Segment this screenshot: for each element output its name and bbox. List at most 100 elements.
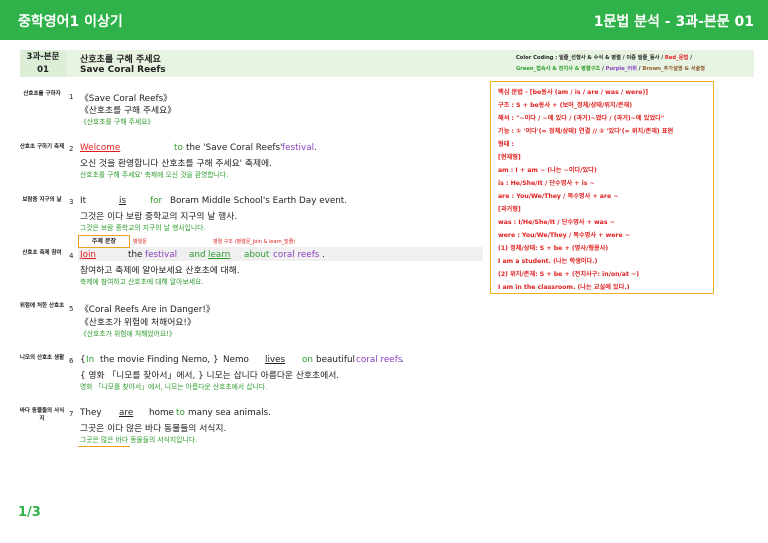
grammar-line-1: 구조 : S + be동사 + (보어_정체/상태/위치/존재) [498, 102, 633, 109]
grammar-line-2: 해석 : "~이다 / ~에 있다 / (과거)~였다 / (과거)~에 있었다… [498, 115, 665, 122]
lesson-title-ko: 산호초를 구해 주세요 [80, 55, 161, 65]
row-6-w6: on [302, 355, 313, 365]
page-number: 1/3 [18, 505, 41, 520]
lesson-label-1: 3과-본문 [26, 52, 60, 62]
row-2-num: 2 [69, 145, 74, 153]
lesson-title-en: Save Coral Reefs [80, 65, 166, 75]
grammar-line-13: I am a student. (나는 학생이다.) [498, 258, 598, 265]
row-3-w4: Boram Middle School's Earth Day event. [170, 196, 348, 206]
grammar-box: 핵심 문법 - [be동사 (am / is / are / was / wer… [490, 81, 714, 294]
row-3-num: 3 [69, 198, 74, 206]
parallel-note-1: 병렬문 [133, 239, 147, 245]
cc-black: Color Coding : 밑줄_선행사 & 수식 & 병렬 / 이중 밑줄_… [516, 55, 665, 61]
row-1-num: 1 [69, 93, 74, 101]
row-3-label: 보람중 지구의 날 [22, 197, 62, 203]
grammar-line-12: (1) 정체/상태: S + be + (명사/형용사) [498, 245, 609, 252]
row-4-w3: festival [145, 250, 178, 260]
row-5-sub: 《산호초가 위험에 처해었어요!》 [80, 330, 176, 338]
lesson-label-2: 01 [37, 65, 49, 75]
row-6-w2: In [86, 355, 95, 365]
row-2-en: Welcome to the 'Save Coral Reefs' festiv… [80, 143, 400, 155]
row-7-w3: home [149, 408, 174, 418]
row-7-ko: 그곳은 이다 많은 바다 동물들의 서식지. [80, 424, 227, 434]
row-6-w5: lives [265, 355, 286, 365]
row-6-w3: the movie Finding Nemo, } [100, 355, 219, 365]
row-4-num: 4 [69, 252, 74, 260]
row-4-w5: learn [208, 250, 231, 260]
row-5-ko: 《산호초가 위험에 처해어요!》 [80, 318, 196, 328]
cc-red: Red_문법 [664, 55, 689, 61]
row-6-w4: Nemo [223, 355, 249, 365]
section-title: 1문법 분석 - 3과-본문 01 [593, 14, 754, 30]
row-2-w3: the 'Save Coral Reefs' [186, 143, 283, 153]
row-3-w2: is [119, 196, 127, 206]
row-3-sub: 그것은 보람 중학교의 지구의 날 행사입니다. [80, 224, 206, 232]
color-coding-legend: Color Coding : 밑줄_선행사 & 수식 & 병렬 / 이중 밑줄_… [516, 53, 716, 75]
row-4-w4: and [189, 250, 206, 260]
lesson-title-bar: 3과-본문 01 산호초를 구해 주세요 Save Coral Reefs Co… [20, 50, 754, 77]
grammar-line-9: [과거형] [498, 206, 521, 213]
grammar-line-4: 형태 : [498, 141, 515, 148]
row-1-ko: 《산호초를 구해 주세요》 [80, 106, 177, 116]
cc-green: Green_접속사 & 전치사 & 병렬구조 [516, 66, 601, 72]
row-4-w1: Join [80, 250, 96, 260]
row-6-en: { In the movie Finding Nemo, } Nemo live… [80, 355, 420, 367]
grammar-line-5: [현재형] [498, 154, 521, 161]
grammar-line-0: 핵심 문법 - [be동사 (am / is / are / was / wer… [498, 89, 649, 96]
row-7-w2: are [119, 408, 134, 418]
row-4-w2: the [128, 250, 143, 260]
row-6-w8: coral reefs [356, 355, 403, 365]
row-2-sub: 산호초를 구해 주세요' 축제에 오신 것을 환영합니다. [80, 171, 229, 179]
row-4-w8: . [322, 250, 325, 260]
parallel-note-2: 병렬 구조 (병렬문_Join & learn_밑줄) [213, 239, 296, 245]
row-4-en: Join the festival and learn about coral … [80, 250, 380, 262]
row-1-sub: 《산호초를 구해 주세요》 [80, 118, 155, 126]
grammar-line-8: are : You/We/They / 복수명사 + are ~ [498, 193, 619, 200]
row-2-w5: . [314, 143, 317, 153]
row-2-label: 산호초 구하기 축제 [19, 144, 65, 150]
topic-sentence-box: 주제 문장 [78, 235, 130, 248]
row-6-w1: { [80, 355, 86, 365]
row-5-en: 《Coral Reefs Are in Danger!》 [80, 305, 215, 315]
grammar-line-14: (2) 위치/존재: S + be + (전치사구: in/on/at ~) [498, 271, 640, 278]
book-title: 중학영어1 이상기 [18, 14, 123, 30]
header-bar: 중학영어1 이상기 1문법 분석 - 3과-본문 01 [0, 0, 768, 40]
row-2-w1: Welcome [80, 143, 121, 153]
row-3-w3: for [150, 196, 163, 206]
row-3-ko: 그것은 이다 보람 중학교의 지구의 날 행사. [80, 212, 238, 222]
row-6-sub: 영화 「니모를 찾아서」에서, 니모는 아름다운 산호초에서 삽니다. [80, 383, 268, 391]
row-7-sub: 그곳은 많은 바다 동물들의 서식지입니다. [80, 436, 198, 444]
row-4-ko: 참여하고 축제에 알아보세요 산호초에 대해. [80, 266, 240, 276]
row-7-label: 바다 동물들의 서식지 [19, 408, 65, 422]
row-6-w9: . [401, 355, 404, 365]
row-6-w7: beautiful [316, 355, 355, 365]
cc-end: / [688, 55, 692, 61]
lesson-label: 3과-본문 01 [20, 50, 66, 77]
row-7-en: They are home to many sea animals. [80, 408, 280, 420]
color-coding-line-1: Color Coding : 밑줄_선행사 & 수식 & 병렬 / 이중 밑줄_… [516, 53, 716, 64]
row-1-label: 산호초를 구하자 [23, 91, 61, 97]
grammar-line-6: am : I + am ~ (나는 ~이다/있다) [498, 167, 597, 174]
row-4-label: 산호초 축제 참여 [22, 250, 62, 256]
row-7-w4: to [176, 408, 185, 418]
row-7-w5: many sea animals. [188, 408, 271, 418]
row-6-ko: { 영화 「니모를 찾아서」에서, } 니모는 삽니다 아름다운 산호초에서. [80, 371, 340, 381]
row-2-w2: to [174, 143, 183, 153]
grammar-line-11: were : You/We/They / 복수명사 + were ~ [498, 232, 631, 239]
grammar-line-15: I am in the classroom. (나는 교실에 있다.) [498, 284, 630, 291]
grammar-line-3: 기능 : ① '이다'(= 정체/상태) 연결 // ② '있다'(= 위치/존… [498, 128, 674, 135]
row-5-num: 5 [69, 305, 74, 313]
row-7-w1: They [80, 408, 102, 418]
row-4-w6: about [244, 250, 270, 260]
row-2-w4: festival [282, 143, 315, 153]
cc-brown: Brown_추가설명 & 서술형 [642, 66, 706, 72]
row-4-w7: coral reefs [273, 250, 320, 260]
row-6-label: 니모의 산호초 생활 [19, 355, 65, 361]
row-4-sub: 축제에 참여하고 산호초에 대해 알아보세요. [80, 278, 204, 286]
row-3-en: It is for Boram Middle School's Earth Da… [80, 196, 380, 208]
color-coding-line-2: Green_접속사 & 전치사 & 병렬구조 / Purple_어휘 / Bro… [516, 64, 716, 75]
row-2-ko: 오신 것을 환영합니다 산호초를 구해 주세요' 축제에. [80, 159, 272, 169]
grammar-line-7: is : He/She/It / 단수명사 + is ~ [498, 180, 595, 187]
row-7-highlight-line [78, 446, 130, 447]
row-3-w1: It [80, 196, 87, 206]
